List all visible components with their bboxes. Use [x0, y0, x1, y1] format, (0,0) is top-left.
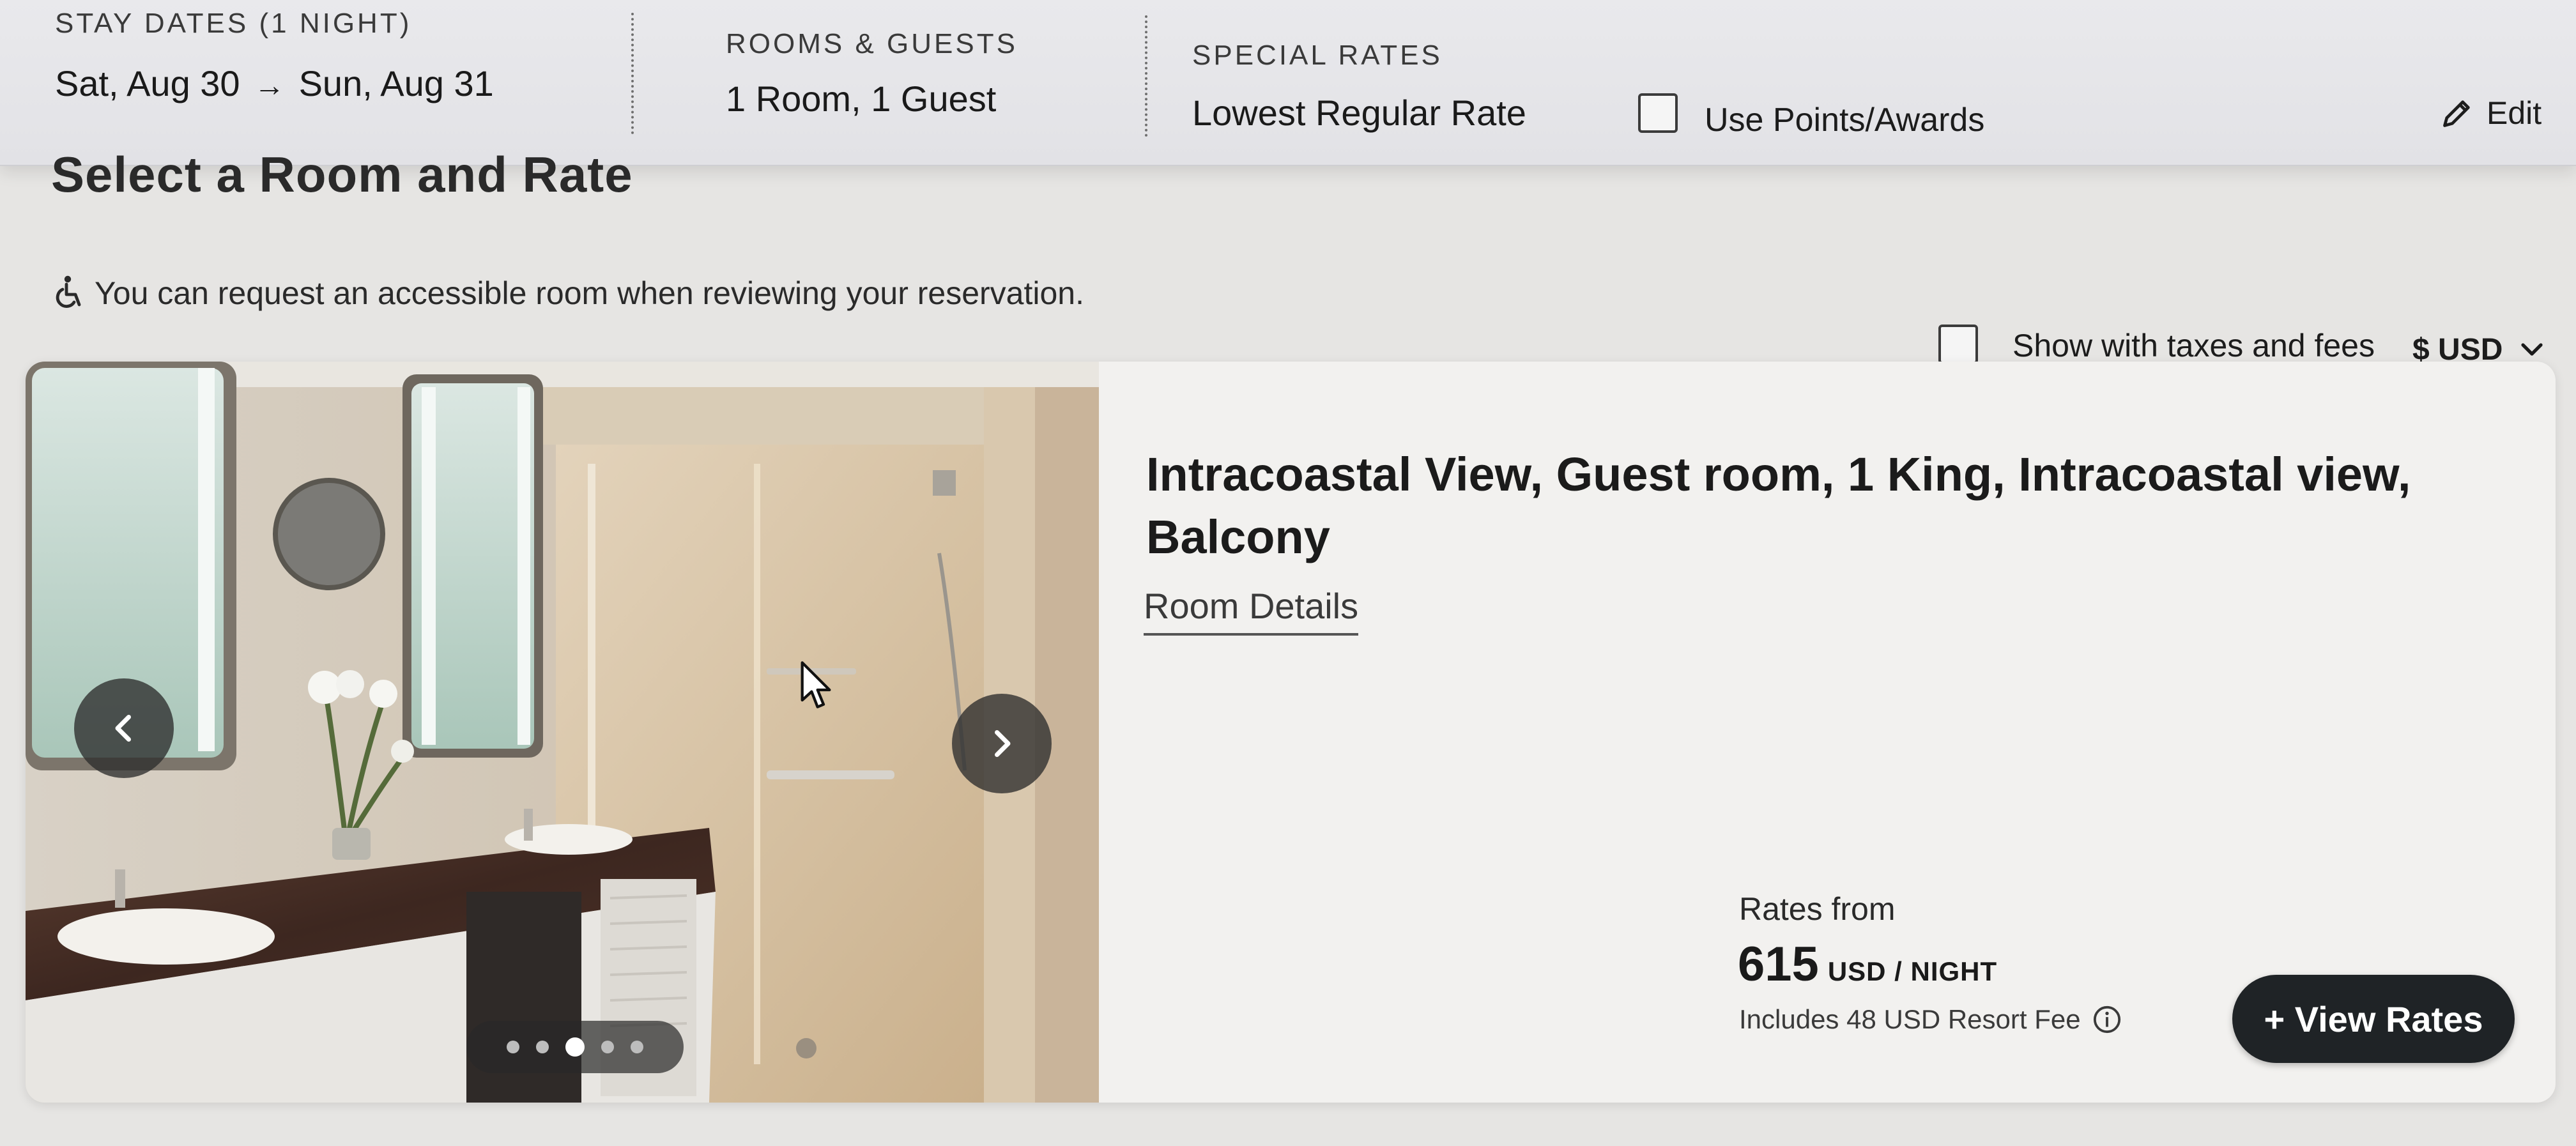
room-photo — [26, 362, 1099, 1103]
carousel-dot[interactable] — [507, 1041, 519, 1053]
chevron-left-icon — [115, 715, 131, 742]
carousel-dot[interactable] — [536, 1041, 549, 1053]
arrow-right-icon: → — [254, 69, 285, 103]
price-row: 615 USD / NIGHT — [1738, 936, 1997, 992]
room-card: Intracoastal View, Guest room, 1 King, I… — [26, 362, 2556, 1103]
stay-dates-value: Sat, Aug 30 → Sun, Aug 31 — [55, 63, 494, 104]
stay-dates-block[interactable]: STAY DATES (1 NIGHT) Sat, Aug 30 → Sun, Au… — [55, 8, 494, 104]
use-points-checkbox[interactable] — [1638, 93, 1678, 133]
rooms-guests-label: ROOMS & GUESTS — [726, 28, 1018, 59]
view-rates-button[interactable]: + View Rates — [2232, 975, 2515, 1063]
use-points-label[interactable]: Use Points/Awards — [1705, 101, 1984, 139]
mouse-cursor-icon — [801, 661, 831, 708]
accessible-notice-text: You can request an accessible room when … — [95, 275, 1084, 311]
show-taxes-label[interactable]: Show with taxes and fees — [2012, 327, 2375, 364]
room-details-link[interactable]: Room Details — [1144, 585, 1359, 636]
bathroom-photo-image — [26, 362, 1099, 1103]
carousel-dot[interactable] — [631, 1041, 643, 1053]
edit-button[interactable]: Edit — [2441, 95, 2542, 132]
nightly-price: 615 — [1738, 937, 1819, 991]
accessible-room-notice: You can request an accessible room when … — [52, 275, 1084, 312]
special-rates-value: Lowest Regular Rate — [1192, 93, 1526, 133]
carousel-indicator — [466, 1021, 684, 1073]
info-icon[interactable] — [2092, 1005, 2122, 1034]
summary-divider — [631, 13, 634, 134]
carousel-next-button[interactable] — [952, 694, 1052, 793]
page: STAY DATES (1 NIGHT) Sat, Aug 30 → Sun, Au… — [0, 0, 2576, 1146]
show-taxes-checkbox[interactable] — [1938, 325, 1978, 364]
rates-from-label: Rates from — [1739, 891, 1896, 927]
resort-fee-text: Includes 48 USD Resort Fee — [1739, 1004, 2081, 1034]
room-title: Intracoastal View, Guest room, 1 King, I… — [1146, 448, 2411, 563]
rooms-guests-block[interactable]: ROOMS & GUESTS 1 Room, 1 Guest — [726, 28, 1018, 119]
page-title: Select a Room and Rate — [51, 146, 633, 202]
check-in-date: Sat, Aug 30 — [55, 63, 240, 103]
stay-summary-bar: STAY DATES (1 NIGHT) Sat, Aug 30 → Sun, Au… — [0, 0, 2576, 166]
chevron-right-icon — [995, 730, 1011, 757]
price-unit: USD / NIGHT — [1827, 956, 1998, 986]
pencil-icon — [2443, 100, 2470, 127]
special-rates-label: SPECIAL RATES — [1192, 40, 1443, 71]
summary-divider — [1145, 15, 1147, 137]
carousel-prev-button[interactable] — [74, 678, 174, 778]
rooms-guests-value: 1 Room, 1 Guest — [726, 79, 997, 119]
special-rates-block[interactable]: SPECIAL RATES Lowest Regular Rate — [1192, 40, 1526, 134]
carousel-dot-active[interactable] — [565, 1037, 585, 1057]
check-out-date: Sun, Aug 31 — [298, 63, 494, 103]
chevron-down-icon — [2521, 342, 2543, 356]
resort-fee-note: Includes 48 USD Resort Fee — [1739, 1004, 2122, 1035]
carousel-dot[interactable] — [601, 1041, 614, 1053]
stay-dates-label: STAY DATES (1 NIGHT) — [55, 8, 412, 39]
edit-label: Edit — [2487, 95, 2542, 131]
wheelchair-icon — [56, 275, 81, 308]
